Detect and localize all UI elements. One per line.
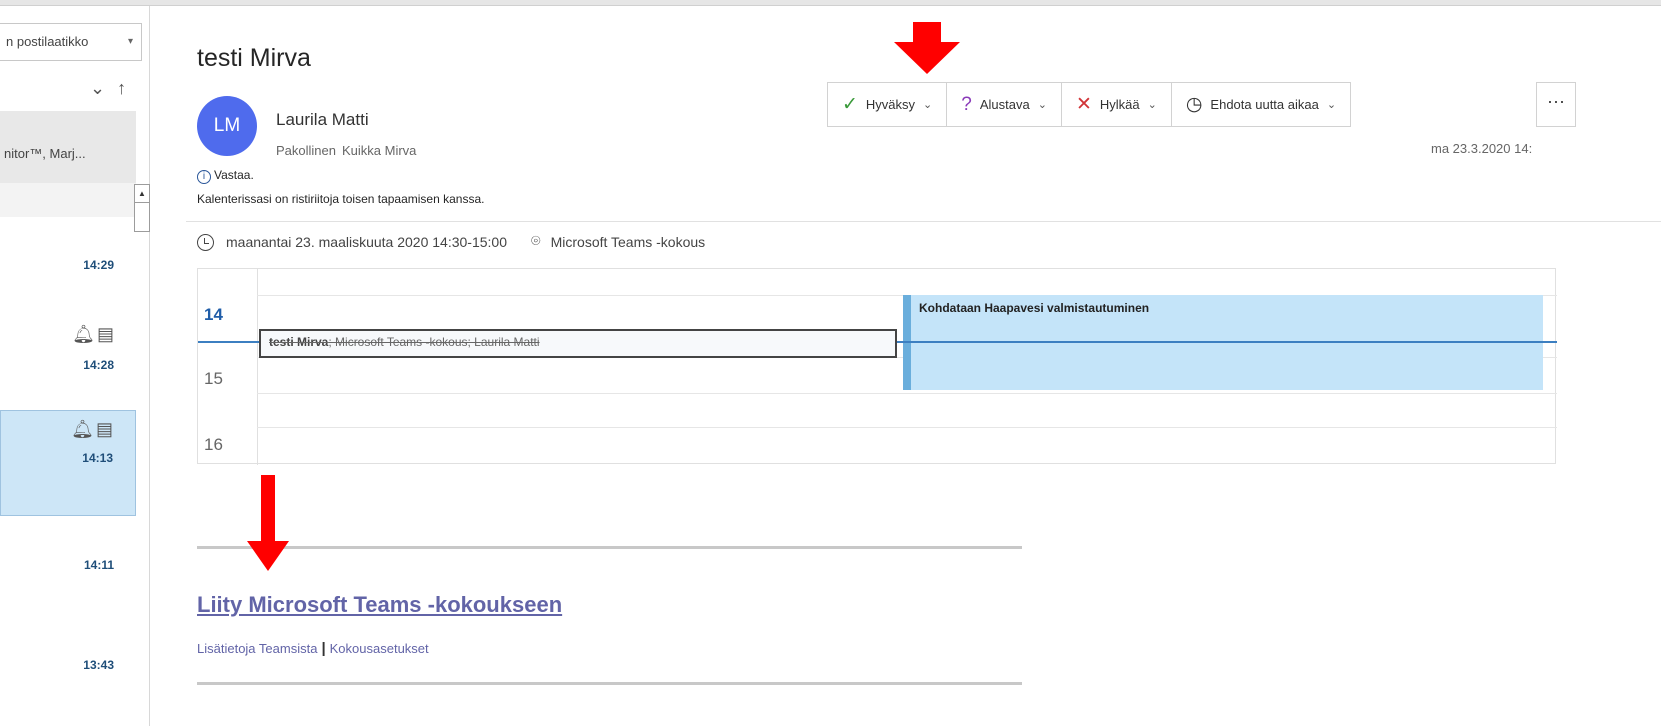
mailbox-dropdown-label: n postilaatikko (6, 34, 89, 49)
list-group-header[interactable]: nitor™, Marj... (0, 111, 136, 183)
scroll-up-icon[interactable]: ▲ (135, 185, 149, 203)
link-separator: | (321, 640, 326, 657)
attendees-line: Pakollinen Kuikka Mirva (276, 143, 416, 158)
event-title: testi Mirva (269, 335, 329, 349)
calendar-time-column-divider (257, 269, 258, 465)
attendee-type: Pakollinen (276, 143, 336, 158)
list-item-selected[interactable]: 🔔︎▤ 14:13 (0, 410, 136, 516)
chevron-down-icon: ⌄ (1037, 99, 1047, 111)
chevron-down-icon: ⌄ (1326, 99, 1337, 111)
meeting-response-toolbar: ✓ Hyväksy ⌄ ? Alustava ⌄ ✕ Hylkää ⌄ ◷ Eh… (827, 82, 1352, 127)
list-band (0, 183, 136, 217)
list-item[interactable]: 🔔︎▤ 14:28 (0, 316, 136, 376)
sender-name[interactable]: Laurila Matti (276, 110, 369, 130)
propose-new-time-button[interactable]: ◷ Ehdota uutta aikaa ⌄ (1172, 83, 1350, 126)
accept-label: Hyväksy (865, 97, 916, 112)
body-divider (197, 682, 1022, 685)
clock-icon: ◷ (1185, 94, 1203, 115)
attendee-name[interactable]: Kuikka Mirva (342, 143, 416, 158)
accept-button[interactable]: ✓ Hyväksy ⌄ (828, 83, 948, 126)
meeting-when-where: maanantai 23. maaliskuuta 2020 14:30-15:… (197, 233, 705, 251)
location-pin-icon: ⌾ (530, 233, 541, 250)
list-item-time: 14:29 (83, 258, 114, 272)
info-bar: i Vastaa. (197, 168, 254, 184)
close-icon: ✕ (1075, 94, 1092, 115)
sort-controls: ⌄ ↑ (90, 78, 138, 99)
message-date: ma 23.3.2020 14: (1431, 141, 1533, 156)
more-options-button[interactable]: ··· (1536, 82, 1576, 127)
list-item[interactable]: 14:29 (0, 246, 136, 286)
info-title: Vastaa. (214, 168, 254, 182)
red-arrow-down-icon (894, 22, 960, 74)
reminder-meeting-icons: 🔔︎▤ (71, 419, 115, 439)
propose-label: Ehdota uutta aikaa (1210, 97, 1319, 112)
calendar-hour-label: 16 (204, 435, 223, 454)
list-scrollbar[interactable]: ▲ (134, 184, 150, 232)
tentative-button[interactable]: ? Alustava ⌄ (947, 83, 1062, 126)
list-item-time: 13:43 (83, 658, 114, 672)
window-top-edge (0, 0, 1661, 6)
learn-more-link[interactable]: Lisätietoja Teamsista (197, 641, 317, 656)
caret-down-icon: ▾ (127, 36, 133, 47)
reminder-meeting-icons: 🔔︎▤ (72, 324, 116, 344)
list-item-time: 14:11 (83, 558, 114, 572)
calendar-event-this-meeting[interactable]: testi Mirva; Microsoft Teams -kokous; La… (259, 329, 897, 358)
body-divider (197, 546, 1022, 549)
avatar[interactable]: LM (197, 96, 257, 156)
sort-arrow-up-icon[interactable]: ↑ (117, 78, 126, 98)
meeting-location: Microsoft Teams -kokous (550, 234, 706, 250)
message-subject: testi Mirva (197, 44, 311, 72)
decline-button[interactable]: ✕ Hylkää ⌄ (1062, 83, 1172, 126)
chevron-down-icon: ⌄ (1147, 99, 1157, 111)
calendar-preview: 14 15 16 Kohdataan Haapavesi valmistautu… (197, 268, 1557, 465)
mailbox-dropdown[interactable]: n postilaatikko ▾ (0, 23, 142, 61)
calendar-hour-label: 15 (204, 369, 223, 388)
calendar-grid-line (257, 427, 1557, 428)
sort-chevron-down-icon[interactable]: ⌄ (90, 78, 105, 98)
info-icon: i (197, 170, 211, 184)
list-item[interactable]: 13:43 (0, 646, 136, 686)
checkmark-icon: ✓ (842, 94, 858, 115)
calendar-grid-line (257, 393, 1557, 394)
divider (186, 221, 1661, 222)
tentative-label: Alustava (979, 97, 1030, 112)
event-details: ; Microsoft Teams -kokous; Laurila Matti (328, 335, 540, 349)
question-mark-icon: ? (961, 93, 972, 115)
meeting-time: maanantai 23. maaliskuuta 2020 14:30-15:… (226, 234, 507, 250)
decline-label: Hylkää (1099, 97, 1140, 112)
join-teams-meeting-link[interactable]: Liity Microsoft Teams -kokoukseen (197, 592, 562, 618)
message-list-pane: n postilaatikko ▾ ⌄ ↑ nitor™, Marj... ▲ 1… (0, 6, 150, 726)
list-item-time: 14:13 (82, 451, 113, 465)
clock-icon (197, 233, 214, 251)
conflict-notice: Kalenterissasi on ristiriitoja toisen ta… (197, 192, 485, 206)
meeting-options-link[interactable]: Kokousasetukset (330, 641, 429, 656)
red-arrow-down-icon (247, 475, 289, 571)
teams-links-row: Lisätietoja Teamsista | Kokousasetukset (197, 640, 429, 657)
chevron-down-icon: ⌄ (923, 99, 933, 111)
group-header-label: nitor™, Marj... (4, 146, 86, 161)
list-item-time: 14:28 (83, 358, 114, 372)
calendar-hour-label: 14 (204, 305, 223, 324)
list-item[interactable]: 14:11 (0, 546, 136, 586)
